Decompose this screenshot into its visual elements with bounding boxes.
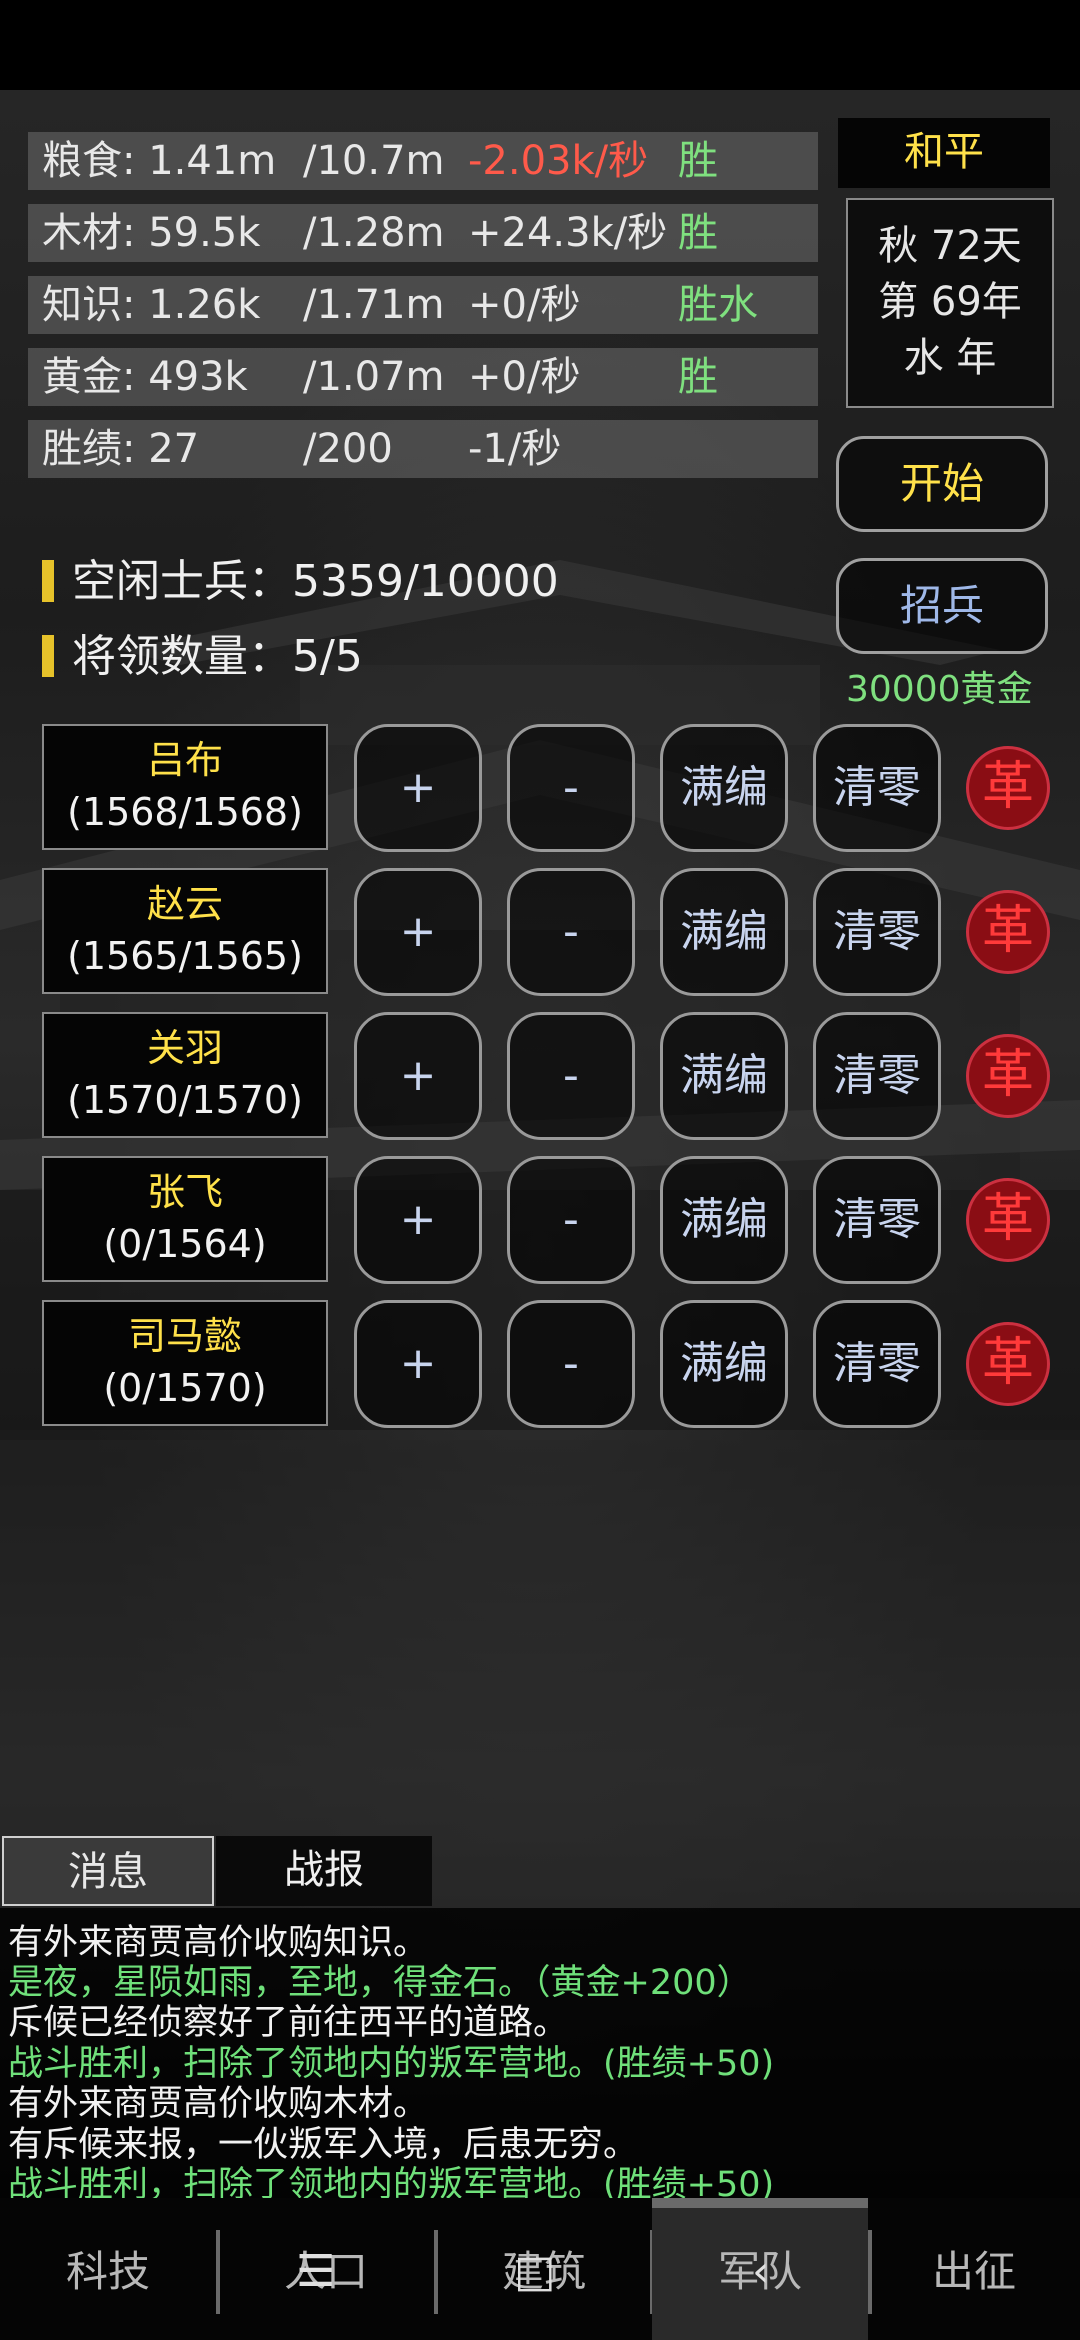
clear-troops-button[interactable]: 清零	[813, 1156, 941, 1284]
resource-cap: /1.71m	[303, 282, 445, 328]
dismiss-general-button[interactable]: 革	[966, 890, 1050, 974]
resource-tag: 胜	[678, 354, 718, 400]
general-card[interactable]: 关羽 (1570/1570)	[42, 1012, 328, 1138]
recruit-button[interactable]: 招兵	[836, 558, 1048, 654]
fill-troops-button[interactable]: 满编	[660, 868, 788, 996]
remove-troops-button[interactable]: -	[507, 868, 635, 996]
resource-rate: +0/秒	[468, 282, 581, 328]
general-card[interactable]: 赵云 (1565/1565)	[42, 868, 328, 994]
general-name: 张飞	[146, 1170, 223, 1214]
idle-soldiers-info: 空闲士兵：5359/10000	[42, 545, 559, 609]
resource-amount: 木材: 59.5k	[42, 210, 261, 256]
general-row-lvbu: 吕布 (1568/1568) + - 满编 清零 革	[42, 724, 1062, 854]
bottom-nav: 科技 人口 建筑 军队 出征 ☰ □ ‹	[0, 2198, 1080, 2340]
resource-tag: 胜水	[678, 282, 758, 328]
recent-apps-icon[interactable]: ☰	[296, 2250, 335, 2294]
resource-rate: +24.3k/秒	[468, 210, 668, 256]
resource-cap: /200	[303, 426, 393, 472]
general-name: 吕布	[146, 738, 223, 782]
add-troops-button[interactable]: +	[354, 1156, 482, 1284]
general-count-info: 将领数量：5/5	[42, 620, 363, 684]
resource-row-grain: 粮食: 1.41m /10.7m -2.03k/秒 胜	[28, 132, 818, 190]
general-card[interactable]: 司马懿 (0/1570)	[42, 1300, 328, 1426]
add-troops-button[interactable]: +	[354, 868, 482, 996]
selected-indicator	[652, 2198, 868, 2208]
clear-troops-button[interactable]: 清零	[813, 868, 941, 996]
fill-troops-button[interactable]: 满编	[660, 1156, 788, 1284]
resource-cap: /1.28m	[303, 210, 445, 256]
general-troops: (0/1564)	[103, 1222, 267, 1266]
resource-rate: -2.03k/秒	[468, 138, 649, 184]
general-count-text: 将领数量：5/5	[72, 631, 363, 682]
clear-troops-button[interactable]: 清零	[813, 724, 941, 852]
general-row-zhaoyun: 赵云 (1565/1565) + - 满编 清零 革	[42, 868, 1062, 998]
resource-row-victories: 胜绩: 27 /200 -1/秒	[28, 420, 818, 478]
remove-troops-button[interactable]: -	[507, 1156, 635, 1284]
resource-cap: /1.07m	[303, 354, 445, 400]
calendar-panel: 秋 72天 第 69年 水 年	[846, 198, 1054, 408]
add-troops-button[interactable]: +	[354, 724, 482, 852]
general-name: 司马懿	[127, 1314, 242, 1358]
fill-troops-button[interactable]: 满编	[660, 724, 788, 852]
remove-troops-button[interactable]: -	[507, 1300, 635, 1428]
add-troops-button[interactable]: +	[354, 1012, 482, 1140]
general-row-simayi: 司马懿 (0/1570) + - 满编 清零 革	[42, 1300, 1062, 1430]
clear-troops-button[interactable]: 清零	[813, 1300, 941, 1428]
general-row-zhangfei: 张飞 (0/1564) + - 满编 清零 革	[42, 1156, 1062, 1286]
status-bar	[0, 0, 1080, 90]
resource-tag: 胜	[678, 210, 718, 256]
resource-row-wood: 木材: 59.5k /1.28m +24.3k/秒 胜	[28, 204, 818, 262]
home-icon[interactable]: □	[514, 2250, 556, 2294]
year-element: 水 年	[903, 335, 997, 381]
tab-messages[interactable]: 消息	[2, 1836, 214, 1906]
resource-amount: 知识: 1.26k	[42, 282, 261, 328]
general-name: 赵云	[146, 882, 223, 926]
fill-troops-button[interactable]: 满编	[660, 1012, 788, 1140]
message-log[interactable]: 有外来商贾高价收购知识。 是夜，星陨如雨，至地，得金石。（黄金+200） 斥候已…	[0, 1908, 1080, 2205]
remove-troops-button[interactable]: -	[507, 1012, 635, 1140]
log-tabs: 消息 战报	[0, 1836, 1080, 1908]
tab-battle-report[interactable]: 战报	[216, 1836, 432, 1906]
remove-troops-button[interactable]: -	[507, 724, 635, 852]
general-troops: (1570/1570)	[67, 1078, 303, 1122]
resource-rate: +0/秒	[468, 354, 581, 400]
recruit-cost: 30000黄金	[846, 669, 1033, 710]
clear-troops-button[interactable]: 清零	[813, 1012, 941, 1140]
general-row-guanyu: 关羽 (1570/1570) + - 满编 清零 革	[42, 1012, 1062, 1142]
general-card[interactable]: 吕布 (1568/1568)	[42, 724, 328, 850]
general-troops: (1568/1568)	[67, 790, 303, 834]
dismiss-general-button[interactable]: 革	[966, 1034, 1050, 1118]
marker-bar	[42, 560, 54, 602]
resource-amount: 胜绩: 27	[42, 426, 200, 472]
resource-amount: 黄金: 493k	[42, 354, 248, 400]
nav-expedition[interactable]: 出征	[866, 2198, 1080, 2340]
general-troops: (1565/1565)	[67, 934, 303, 978]
back-icon[interactable]: ‹	[752, 2250, 770, 2294]
general-name: 关羽	[146, 1026, 223, 1070]
general-card[interactable]: 张飞 (0/1564)	[42, 1156, 328, 1282]
resource-cap: /10.7m	[303, 138, 445, 184]
add-troops-button[interactable]: +	[354, 1300, 482, 1428]
marker-bar	[42, 635, 54, 677]
year-number: 第 69年	[878, 279, 1022, 325]
start-button[interactable]: 开始	[836, 436, 1048, 532]
general-troops: (0/1570)	[103, 1366, 267, 1410]
idle-soldiers-text: 空闲士兵：5359/10000	[72, 556, 559, 607]
resource-row-knowledge: 知识: 1.26k /1.71m +0/秒 胜水	[28, 276, 818, 334]
resource-amount: 粮食: 1.41m	[42, 138, 277, 184]
season-day: 秋 72天	[878, 223, 1022, 269]
fill-troops-button[interactable]: 满编	[660, 1300, 788, 1428]
resource-rate: -1/秒	[468, 426, 562, 472]
nav-tech[interactable]: 科技	[0, 2198, 216, 2340]
dismiss-general-button[interactable]: 革	[966, 1322, 1050, 1406]
dismiss-general-button[interactable]: 革	[966, 1178, 1050, 1262]
dismiss-general-button[interactable]: 革	[966, 746, 1050, 830]
resource-row-gold: 黄金: 493k /1.07m +0/秒 胜	[28, 348, 818, 406]
peace-status: 和平	[838, 118, 1050, 188]
resource-tag: 胜	[678, 138, 718, 184]
